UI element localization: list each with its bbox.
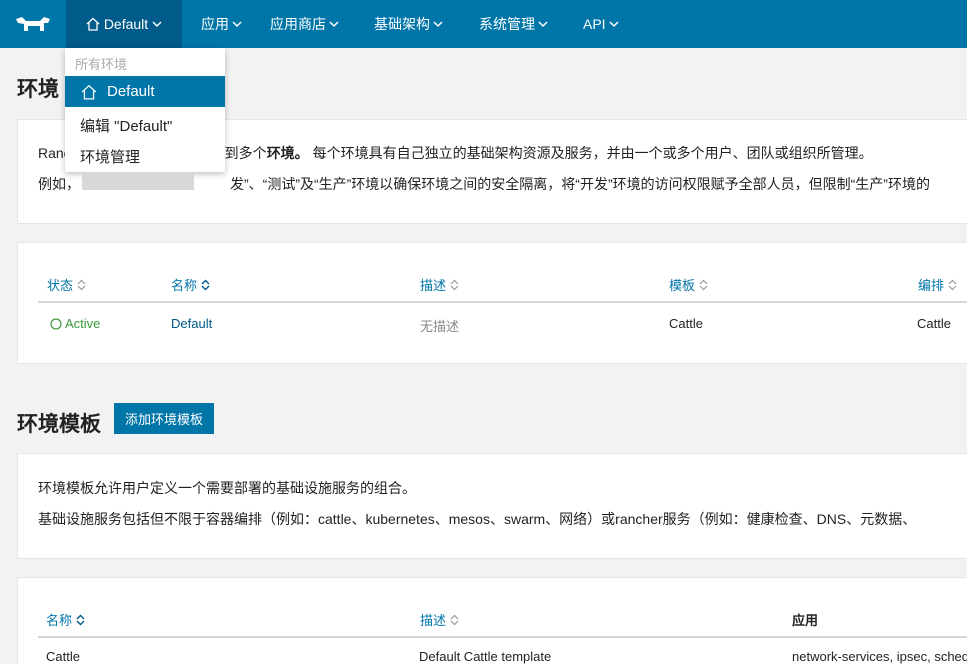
sort-icon	[450, 279, 459, 290]
status-badge: Active	[50, 316, 100, 331]
templates-description-line2: 基础设施服务包括但不限于容器编排（例如：cattle、kubernetes、me…	[38, 511, 917, 527]
environment-name-link[interactable]: Default	[171, 316, 212, 331]
col-header-state-label: 状态	[47, 278, 74, 293]
rancher-cow-icon	[16, 17, 50, 31]
nav-admin-label: 系统管理	[479, 16, 535, 32]
template-col-header-description[interactable]: 描述	[420, 610, 459, 629]
dropdown-item-edit[interactable]: 编辑 "Default"	[80, 115, 172, 136]
template-col-header-apps: 应用	[792, 613, 819, 628]
col-header-description-label: 描述	[420, 278, 447, 293]
templates-description-panel: 环境模板允许用户定义一个需要部署的基础设施服务的组合。 基础设施服务包括但不限于…	[17, 453, 967, 559]
sort-icon	[948, 279, 957, 290]
desc1-bold: 环境。	[266, 145, 309, 161]
col-header-name[interactable]: 名称	[171, 275, 210, 294]
chevron-down-icon	[329, 21, 339, 28]
environment-orchestration: Cattle	[917, 316, 951, 331]
desc2-tail: 发”、“测试”及“生产”环境以确保环境之间的安全隔离，将“开发”环境的访问权限赋…	[230, 176, 930, 192]
col-header-description[interactable]: 描述	[420, 275, 459, 294]
sort-icon	[201, 279, 210, 290]
nav-api[interactable]: API	[583, 0, 619, 48]
templates-description-line1: 环境模板允许用户定义一个需要部署的基础设施服务的组合。	[38, 480, 416, 496]
template-col-header-description-label: 描述	[420, 613, 447, 628]
nav-admin[interactable]: 系统管理	[479, 0, 548, 48]
nav-catalog[interactable]: 应用商店	[270, 0, 339, 48]
status-label: Active	[65, 316, 101, 331]
environment-menu-button[interactable]: Default	[66, 0, 182, 48]
dropdown-header: 所有环境	[75, 57, 128, 72]
chevron-down-icon	[538, 21, 548, 28]
chevron-down-icon	[152, 21, 162, 28]
top-nav: Default 应用 应用商店 基础架构 系统管理 API	[0, 0, 967, 48]
dropdown-item-default-label: Default	[107, 83, 155, 100]
rancher-logo[interactable]	[0, 0, 64, 48]
desc2-prefix: 例如，	[38, 176, 80, 192]
col-header-template[interactable]: 模板	[669, 275, 708, 294]
template-name[interactable]: Cattle	[46, 649, 80, 664]
template-apps: network-services, ipsec, schedu	[792, 649, 967, 664]
col-header-orchestration-label: 编排	[918, 278, 945, 293]
environment-description: 无描述	[420, 319, 460, 334]
chevron-down-icon	[433, 21, 443, 28]
sort-icon	[77, 279, 86, 290]
sort-icon	[76, 614, 85, 625]
environment-template: Cattle	[669, 316, 703, 331]
template-col-header-name-label: 名称	[46, 613, 73, 628]
col-header-name-label: 名称	[171, 278, 198, 293]
environments-table-panel: 状态 名称 描述 模板 编排 Active Default 无描述 Cattle…	[17, 242, 967, 364]
add-template-button[interactable]: 添加环境模板	[114, 403, 214, 434]
templates-title: 环境模板	[17, 413, 101, 436]
templates-table-panel: 名称 描述 应用 Cattle Default Cattle template …	[17, 577, 967, 664]
circle-icon	[50, 317, 62, 330]
desc1-tail: 每个环境具有自己独立的基础架构资源及服务，并由一个或多个用户、团队或组织所管理。	[312, 145, 873, 161]
environment-name: Default	[103, 16, 149, 32]
sort-icon	[450, 614, 459, 625]
dropdown-item-default[interactable]: Default	[65, 76, 225, 107]
templates-table-header-divider	[38, 636, 967, 638]
dropdown-item-manage[interactable]: 环境管理	[80, 146, 140, 167]
col-header-state[interactable]: 状态	[47, 275, 86, 294]
environment-dropdown: 所有环境 Default 编辑 "Default" 环境管理	[65, 48, 225, 172]
template-description: Default Cattle template	[419, 649, 552, 664]
template-col-header-name[interactable]: 名称	[46, 610, 85, 629]
table-header-divider	[38, 301, 967, 303]
nav-catalog-label: 应用商店	[270, 16, 326, 32]
nav-infrastructure-label: 基础架构	[374, 16, 430, 32]
chevron-down-icon	[232, 21, 242, 28]
nav-apps-label: 应用	[201, 16, 229, 32]
home-icon	[86, 17, 100, 31]
nav-apps[interactable]: 应用	[201, 0, 242, 48]
chevron-down-icon	[609, 21, 619, 28]
col-header-orchestration[interactable]: 编排	[918, 275, 957, 294]
redacted-area	[82, 172, 194, 190]
nav-infrastructure[interactable]: 基础架构	[374, 0, 443, 48]
col-header-template-label: 模板	[669, 278, 696, 293]
page-title: 环境	[17, 78, 59, 101]
nav-api-label: API	[583, 16, 606, 32]
home-icon	[81, 84, 97, 99]
sort-icon	[699, 279, 708, 290]
